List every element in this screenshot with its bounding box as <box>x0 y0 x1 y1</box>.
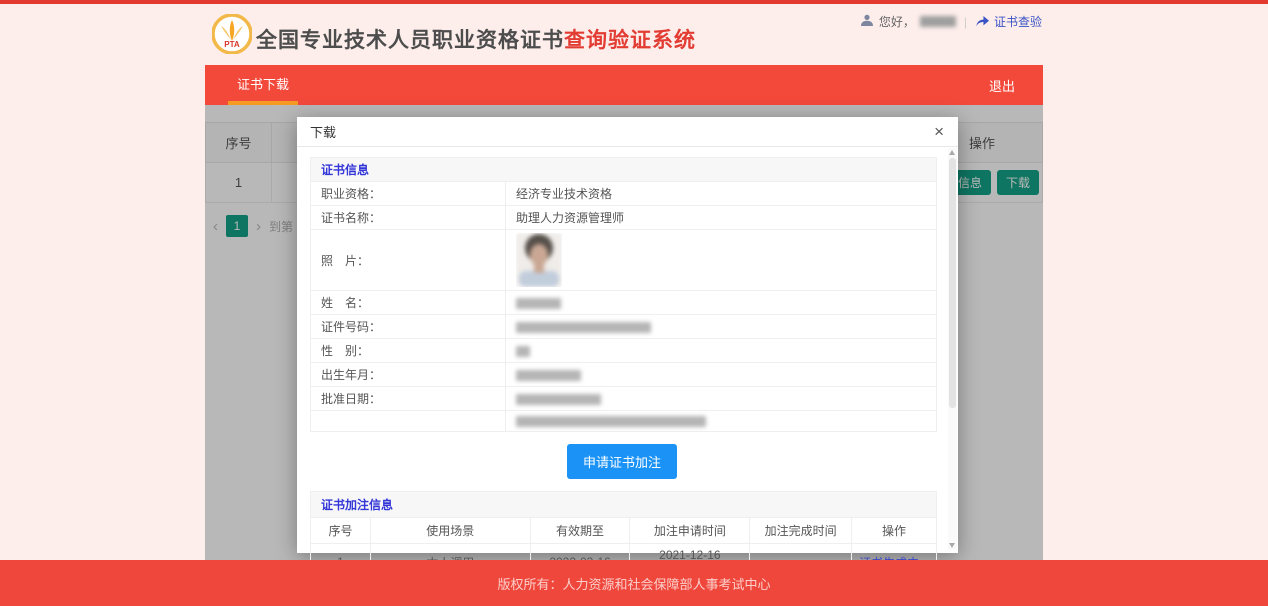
greeting-text: 您好， <box>879 13 915 30</box>
anno-col-action: 操作 <box>852 518 937 544</box>
field-value-redacted <box>506 411 937 432</box>
modal-body: 证书信息 职业资格： 经济专业技术资格 证书名称： 助理人力资源管理师 照 片： <box>297 147 958 606</box>
download-modal: 下载 × 证书信息 职业资格： 经济专业技术资格 证书名称： 助理人力资源管理师… <box>297 117 958 553</box>
table-row: 性 别： <box>311 339 937 363</box>
field-label: 批准日期： <box>311 387 506 411</box>
logout-button[interactable]: 退出 <box>989 76 1015 95</box>
pta-logo-icon: PTA <box>212 14 252 54</box>
modal-header: 下载 × <box>297 117 958 147</box>
tab-certificate-download[interactable]: 证书下载 <box>228 65 298 105</box>
field-value-redacted <box>506 291 937 315</box>
user-name-redacted <box>920 16 956 27</box>
apply-annotation-button[interactable]: 申请证书加注 <box>567 444 677 479</box>
table-row <box>311 411 937 432</box>
table-row: 证件号码： <box>311 315 937 339</box>
user-icon <box>860 14 874 30</box>
table-row: 证书名称： 助理人力资源管理师 <box>311 206 937 230</box>
field-label: 姓 名： <box>311 291 506 315</box>
scrollbar-thumb[interactable] <box>949 158 956 408</box>
field-label: 证书名称： <box>311 206 506 230</box>
certificate-verify-label: 证书查验 <box>994 13 1042 30</box>
page-title-main: 全国专业技术人员职业资格证书 <box>256 29 564 52</box>
anno-col-complete-time: 加注完成时间 <box>750 518 852 544</box>
scroll-down-icon[interactable] <box>949 543 955 548</box>
field-label: 证件号码： <box>311 315 506 339</box>
separator: | <box>964 15 967 29</box>
top-accent-bar <box>0 0 1268 4</box>
field-label <box>311 411 506 432</box>
modal-title: 下载 <box>310 122 336 141</box>
field-label: 职业资格： <box>311 182 506 206</box>
table-header-row: 序号 使用场景 有效期至 加注申请时间 加注完成时间 操作 <box>311 518 937 544</box>
share-arrow-icon <box>975 14 990 30</box>
scroll-up-icon[interactable] <box>949 150 955 155</box>
table-row: 出生年月： <box>311 363 937 387</box>
table-row: 照 片： <box>311 230 937 291</box>
field-label: 出生年月： <box>311 363 506 387</box>
anno-col-valid: 有效期至 <box>530 518 630 544</box>
footer: 版权所有：人力资源和社会保障部人事考试中心 <box>0 560 1268 606</box>
cert-info-section-title: 证书信息 <box>311 158 937 182</box>
anno-col-index: 序号 <box>311 518 371 544</box>
table-row: 批准日期： <box>311 387 937 411</box>
portrait-photo <box>516 233 562 287</box>
field-value-redacted <box>506 315 937 339</box>
page-title-accent: 查询验证系统 <box>564 29 696 52</box>
field-label: 照 片： <box>311 230 506 291</box>
anno-col-scene: 使用场景 <box>370 518 530 544</box>
certificate-verify-link[interactable]: 证书查验 <box>975 13 1042 30</box>
field-value: 助理人力资源管理师 <box>506 206 937 230</box>
navbar: 证书下载 退出 <box>205 65 1043 105</box>
table-row: 姓 名： <box>311 291 937 315</box>
modal-scrollbar[interactable] <box>948 148 957 550</box>
page-title: 全国专业技术人员职业资格证书查询验证系统 <box>256 24 696 54</box>
user-area: 您好， | 证书查验 <box>860 13 1042 30</box>
table-row: 职业资格： 经济专业技术资格 <box>311 182 937 206</box>
certificate-info-table: 证书信息 职业资格： 经济专业技术资格 证书名称： 助理人力资源管理师 照 片： <box>310 157 937 432</box>
field-value-redacted <box>506 387 937 411</box>
close-icon[interactable]: × <box>934 123 944 140</box>
tab-certificate-download-label: 证书下载 <box>237 77 289 92</box>
field-value-redacted <box>506 363 937 387</box>
field-value: 经济专业技术资格 <box>506 182 937 206</box>
anno-col-apply-time: 加注申请时间 <box>630 518 750 544</box>
copyright-text: 版权所有：人力资源和社会保障部人事考试中心 <box>497 574 770 593</box>
field-value <box>506 230 937 291</box>
svg-text:PTA: PTA <box>224 40 240 49</box>
field-label: 性 别： <box>311 339 506 363</box>
annotation-section-title: 证书加注信息 <box>311 492 937 518</box>
field-value-redacted <box>506 339 937 363</box>
page: PTA 全国专业技术人员职业资格证书查询验证系统 您好， | 证书查验 证书下载… <box>0 0 1268 606</box>
